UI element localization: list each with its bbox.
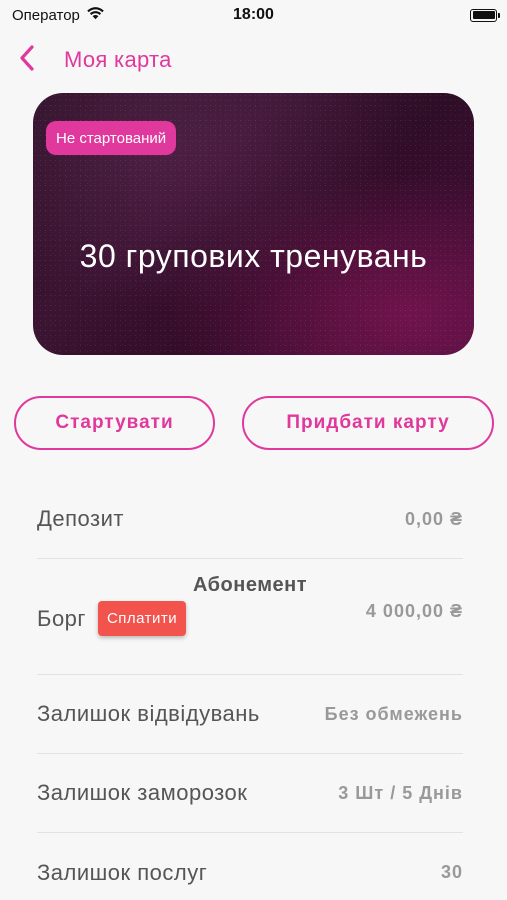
deposit-value: 0,00 ₴ <box>404 508 463 529</box>
debt-row: Борг Сплатити 4 000,00 ₴ <box>37 599 463 675</box>
pay-button[interactable]: Сплатити <box>97 601 187 636</box>
visits-left-label: Залишок відвідувань <box>37 701 260 726</box>
navigation-bar: Моя карта <box>0 38 507 82</box>
deposit-label: Депозит <box>37 506 124 531</box>
freezes-left-row: Залишок заморозок 3 Шт / 5 Днів <box>37 754 463 833</box>
debt-value: 4 000,00 ₴ <box>365 601 463 621</box>
carrier-label: Оператор <box>12 6 80 24</box>
status-bar: Оператор 18:00 <box>0 0 507 30</box>
deposit-row: Депозит 0,00 ₴ <box>37 480 463 559</box>
buy-card-button[interactable]: Придбати карту <box>242 396 494 450</box>
card-actions: Стартувати Придбати карту <box>14 396 494 450</box>
card-title: 30 групових тренувань <box>79 238 428 274</box>
start-button[interactable]: Стартувати <box>14 396 215 450</box>
services-left-value: 30 <box>440 862 463 882</box>
chevron-left-icon <box>19 44 35 77</box>
debt-label-group: Борг Сплатити <box>37 601 187 636</box>
battery-icon <box>470 8 500 22</box>
freezes-left-value: 3 Шт / 5 Днів <box>338 782 463 803</box>
card-status-badge: Не стартований <box>46 121 177 155</box>
debt-label: Борг <box>37 605 86 631</box>
services-left-label: Залишок послуг <box>37 859 208 885</box>
card-details: Депозит 0,00 ₴ Абонемент Борг Сплатити 4… <box>37 480 463 900</box>
visits-left-value: Без обмежень <box>324 703 463 724</box>
membership-card[interactable]: Не стартований 30 групових тренувань <box>33 93 474 355</box>
visits-left-row: Залишок відвідувань Без обмежень <box>37 675 463 754</box>
freezes-left-label: Залишок заморозок <box>37 780 248 805</box>
wifi-icon <box>86 6 105 24</box>
services-left-row: Залишок послуг 30 <box>37 833 463 900</box>
page-title: Моя карта <box>64 47 172 72</box>
status-left: Оператор <box>12 6 105 24</box>
back-button[interactable] <box>2 38 52 82</box>
subscription-section-title: Абонемент <box>193 574 307 596</box>
